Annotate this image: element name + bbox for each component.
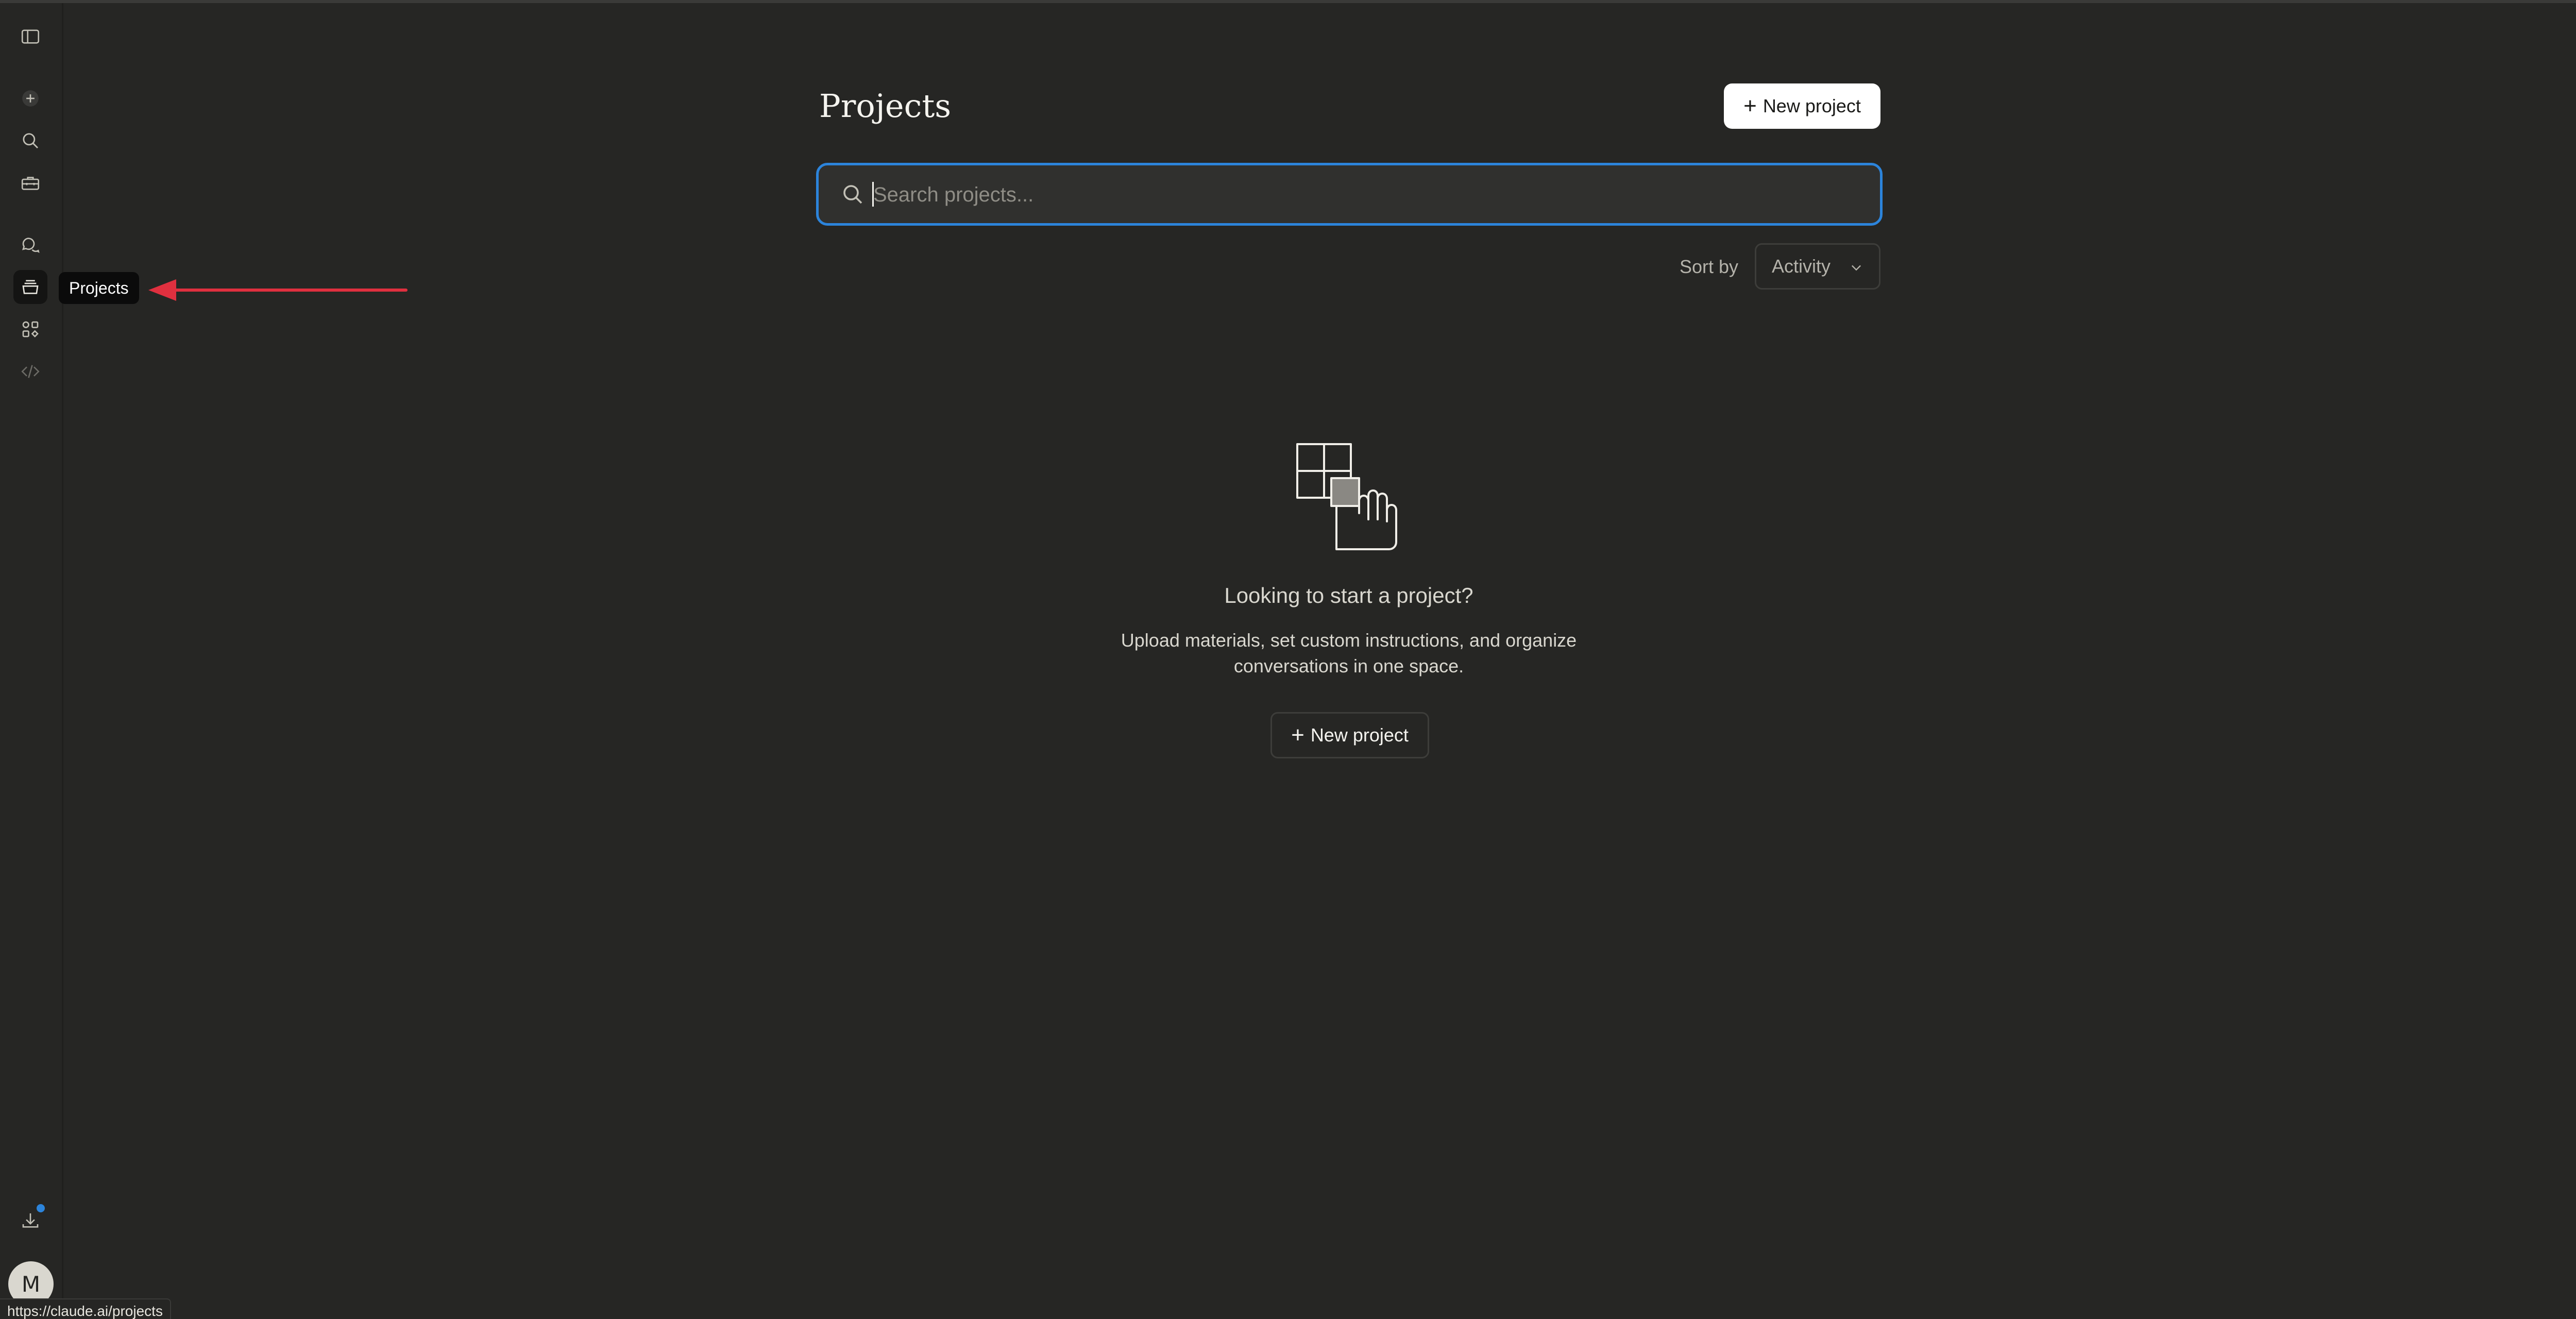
artifacts-icon xyxy=(22,321,39,337)
page-title: Projects xyxy=(819,87,952,125)
chat-bubbles-icon xyxy=(22,238,40,253)
plus-icon: + xyxy=(1291,722,1304,748)
sidebar: M xyxy=(0,3,63,1319)
empty-state-new-project-button[interactable]: + New project xyxy=(1270,712,1429,758)
code-icon xyxy=(21,365,40,378)
empty-state-description-line: Upload materials, set custom instruction… xyxy=(1121,630,1577,651)
plus-icon: + xyxy=(1743,93,1757,119)
sidebar-toggle-icon xyxy=(21,29,40,44)
new-chat-button[interactable] xyxy=(13,81,47,115)
empty-state-new-project-label: New project xyxy=(1310,724,1409,746)
toolbox-icon xyxy=(21,177,40,190)
search-box[interactable] xyxy=(816,163,1883,226)
toggle-sidebar-button[interactable] xyxy=(13,20,47,54)
text-caret xyxy=(872,182,874,207)
annotation-arrow-icon xyxy=(148,279,408,301)
projects-tooltip: Projects xyxy=(59,272,139,304)
new-project-label: New project xyxy=(1762,95,1861,116)
hand-grid-illustration-icon xyxy=(1296,443,1397,550)
chats-button[interactable] xyxy=(13,228,47,262)
notification-badge xyxy=(35,1203,46,1214)
sort-label: Sort by xyxy=(1680,256,1739,277)
status-bar-url: https://claude.ai/projects xyxy=(0,1298,171,1319)
artifacts-button[interactable] xyxy=(13,312,47,346)
projects-icon xyxy=(22,280,39,294)
new-project-button[interactable]: + New project xyxy=(1724,83,1880,129)
sort-dropdown[interactable]: Activity xyxy=(1755,243,1880,290)
search-icon xyxy=(843,185,862,204)
download-button[interactable] xyxy=(13,1203,47,1238)
chevron-down-icon xyxy=(1852,265,1861,271)
plus-circle-icon xyxy=(22,90,39,107)
code-button[interactable] xyxy=(13,354,47,388)
empty-state-heading: Looking to start a project? xyxy=(1224,583,1473,607)
search-button[interactable] xyxy=(13,124,47,158)
search-icon xyxy=(23,133,38,148)
empty-state-description-line: conversations in one space. xyxy=(1233,655,1464,677)
search-input[interactable] xyxy=(872,165,1863,224)
empty-state-description: Upload materials, set custom instruction… xyxy=(1086,628,1612,679)
tools-button[interactable] xyxy=(13,166,47,200)
projects-button[interactable] xyxy=(13,270,47,304)
app-root: M Projects Projects + New project Sort b… xyxy=(0,0,2576,1319)
sort-selected-value: Activity xyxy=(1772,256,1831,277)
